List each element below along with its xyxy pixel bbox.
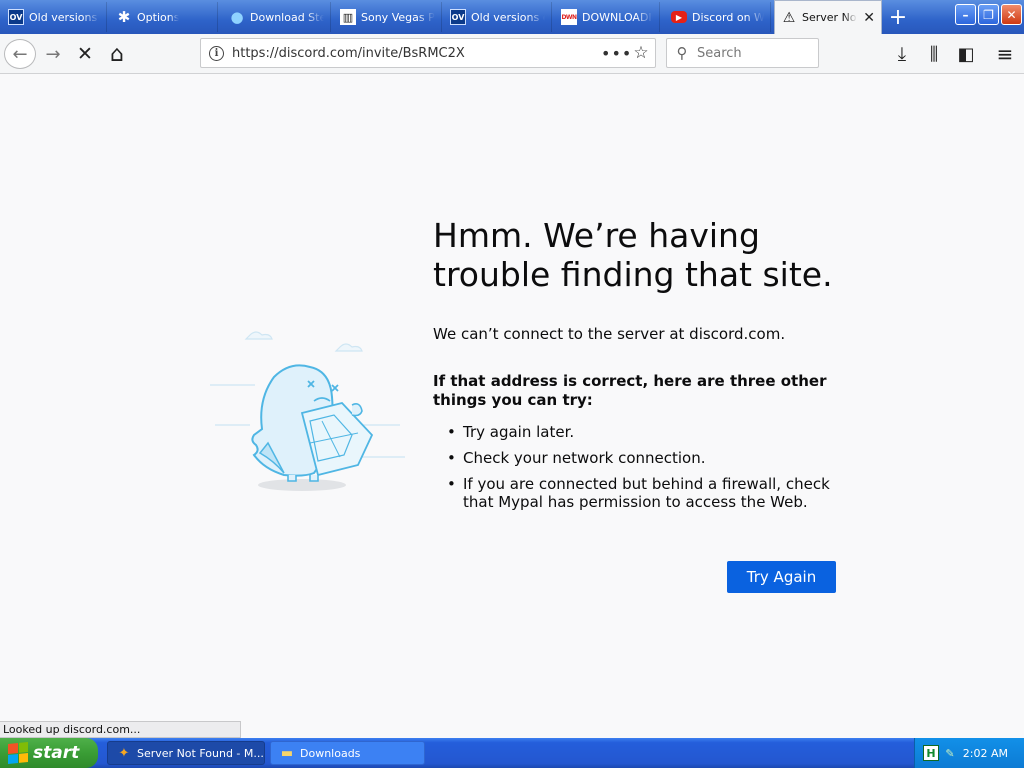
status-panel: Looked up discord.com... xyxy=(0,721,241,738)
tab-downloading[interactable]: DWN DOWNLOADING xyxy=(555,2,660,32)
tab-close-icon[interactable]: ✕ xyxy=(857,10,875,26)
suggestion-list: Try again later. Check your network conn… xyxy=(445,423,845,519)
error-page: Hmm. We’re having trouble finding that s… xyxy=(0,75,1024,738)
downloads-button[interactable]: ⤓ xyxy=(887,39,917,69)
tab-old-versions[interactable]: OV Old versions of xyxy=(2,2,107,32)
tray-h-icon[interactable]: H xyxy=(923,745,939,761)
taskbar: start ✦ Server Not Found - M... ▬ Downlo… xyxy=(0,738,1024,768)
taskbar-item-browser[interactable]: ✦ Server Not Found - M... xyxy=(107,741,265,765)
navigation-bar: ← → ✕ ⌂ i https://discord.com/invite/BsR… xyxy=(0,34,1024,74)
ov-icon: OV xyxy=(450,9,466,25)
tab-label: Options xyxy=(137,10,180,24)
back-button[interactable]: ← xyxy=(4,39,36,69)
page-actions-button[interactable]: ••• xyxy=(601,44,631,63)
youtube-icon: ▶ xyxy=(671,11,687,23)
taskbar-item-label: Downloads xyxy=(300,746,361,760)
home-button[interactable]: ⌂ xyxy=(102,39,132,69)
clock: 2:02 AM xyxy=(962,746,1008,760)
menu-button[interactable]: ≡ xyxy=(990,39,1020,69)
tab-discord-youtube[interactable]: ▶ Discord on We xyxy=(665,2,771,32)
stop-button[interactable]: ✕ xyxy=(70,39,100,69)
tab-server-not-found[interactable]: ⚠ Server Not Found ✕ xyxy=(774,0,882,34)
close-window-button[interactable]: ✕ xyxy=(1001,4,1022,25)
gear-icon: ✱ xyxy=(117,8,131,26)
tab-label: Discord on We xyxy=(692,10,764,24)
downloading-site-icon: DWN xyxy=(561,9,577,25)
system-tray: H ✎ 2:02 AM xyxy=(914,738,1024,768)
tab-label: DOWNLOADING xyxy=(582,10,653,24)
error-title: Hmm. We’re having trouble finding that s… xyxy=(433,216,833,294)
taskbar-item-downloads[interactable]: ▬ Downloads xyxy=(270,741,425,765)
start-label: start xyxy=(33,743,80,763)
windows-logo-icon xyxy=(8,741,28,765)
folder-icon: ▬ xyxy=(280,745,294,761)
list-item: Try again later. xyxy=(445,423,845,441)
minimize-button[interactable]: – xyxy=(955,4,976,25)
start-button[interactable]: start xyxy=(0,738,98,768)
error-suggestions-heading: If that address is correct, here are thr… xyxy=(433,372,827,409)
tab-label: Download Steam xyxy=(250,10,324,24)
steam-icon: ● xyxy=(230,8,244,26)
try-again-button[interactable]: Try Again xyxy=(727,561,836,593)
search-placeholder: Search xyxy=(697,45,742,61)
tab-label: Old versions of xyxy=(471,10,545,24)
tab-label: Sony Vegas Pro xyxy=(361,10,435,24)
tab-old-versions-2[interactable]: OV Old versions of xyxy=(444,2,552,32)
url-text[interactable]: https://discord.com/invite/BsRMC2X xyxy=(232,46,601,61)
tab-label: Server Not Found xyxy=(802,11,857,24)
tab-label: Old versions of xyxy=(29,10,100,24)
search-icon: ⚲ xyxy=(676,44,688,62)
museum-icon: ▥ xyxy=(340,9,356,25)
forward-button[interactable]: → xyxy=(38,39,68,69)
url-bar[interactable]: i https://discord.com/invite/BsRMC2X •••… xyxy=(200,38,656,68)
mypal-icon: ✦ xyxy=(118,745,130,761)
maximize-button[interactable]: ❐ xyxy=(978,4,999,25)
sidebar-button[interactable]: ◧ xyxy=(951,39,981,69)
warning-icon: ⚠ xyxy=(782,9,796,26)
tab-strip: OV Old versions of ✱ Options ● Download … xyxy=(0,0,1024,34)
browser-window: OV Old versions of ✱ Options ● Download … xyxy=(0,0,1024,768)
list-item: If you are connected but behind a firewa… xyxy=(445,475,845,511)
error-description: We can’t connect to the server at discor… xyxy=(433,325,786,343)
taskbar-item-label: Server Not Found - M... xyxy=(137,746,264,760)
tab-options[interactable]: ✱ Options xyxy=(110,2,218,32)
tab-sony-vegas[interactable]: ▥ Sony Vegas Pro xyxy=(334,2,442,32)
list-item: Check your network connection. xyxy=(445,449,845,467)
ov-icon: OV xyxy=(8,9,24,25)
tab-download-steam[interactable]: ● Download Steam xyxy=(223,2,331,32)
broken-dino-illustration xyxy=(210,331,405,491)
library-button[interactable]: ⫼ xyxy=(919,39,949,69)
bookmark-star-icon[interactable]: ☆ xyxy=(627,43,655,63)
tray-network-icon[interactable]: ✎ xyxy=(942,745,958,761)
search-input[interactable]: ⚲ Search xyxy=(666,38,819,68)
new-tab-button[interactable]: + xyxy=(884,4,912,30)
info-icon[interactable]: i xyxy=(209,45,224,61)
